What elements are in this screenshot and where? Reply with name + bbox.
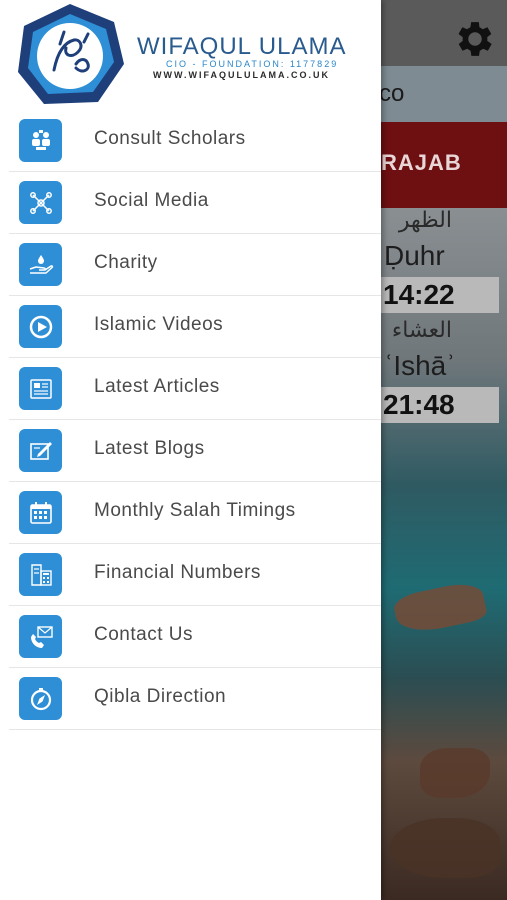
hijri-month-text: RAJAB <box>381 150 462 175</box>
menu-item-label: Financial Numbers <box>94 562 261 583</box>
scene-rock <box>390 818 500 878</box>
play-icon <box>19 305 62 348</box>
menu-item-label: Qibla Direction <box>94 686 227 707</box>
prayer-arabic-name: الظهر <box>398 208 452 233</box>
logo-url: WWW.WIFAQULULAMA.CO.UK <box>153 70 330 80</box>
menu-item-label: Latest Articles <box>94 376 220 397</box>
scene-rock <box>420 748 490 798</box>
menu-item-qibla-direction[interactable]: Qibla Direction <box>9 668 381 730</box>
logo-header: WIFAQUL ULAMA CIO - FOUNDATION: 1177829 … <box>0 0 381 110</box>
edit-note-icon <box>19 429 62 472</box>
menu-item-latest-articles[interactable]: Latest Articles <box>9 358 381 420</box>
charity-hand-icon <box>19 243 62 286</box>
settings-gear-icon[interactable] <box>452 16 498 62</box>
menu-item-monthly-salah-timings[interactable]: Monthly Salah Timings <box>9 482 381 544</box>
consult-icon <box>19 119 62 162</box>
newspaper-icon <box>19 367 62 410</box>
menu-item-label: Consult Scholars <box>94 128 246 149</box>
prayer-english-name: ʿIshāʾ <box>384 350 456 381</box>
logo-title: WIFAQUL ULAMA <box>137 33 347 60</box>
contact-icon <box>19 615 62 658</box>
menu-item-label: Monthly Salah Timings <box>94 500 296 521</box>
compass-icon <box>19 677 62 720</box>
menu-item-label: Charity <box>94 252 158 273</box>
calendar-icon <box>19 491 62 534</box>
menu-item-contact-us[interactable]: Contact Us <box>9 606 381 668</box>
prayer-english-name: Ḍuhr <box>384 240 445 271</box>
menu-item-label: Contact Us <box>94 624 193 645</box>
menu-item-label: Social Media <box>94 190 209 211</box>
menu-item-islamic-videos[interactable]: Islamic Videos <box>9 296 381 358</box>
prayer-arabic-name: العشاء <box>391 318 452 343</box>
logo-subtitle: CIO - FOUNDATION: 1177829 <box>166 59 339 69</box>
location-text: co <box>379 80 405 107</box>
menu-item-label: Latest Blogs <box>94 438 205 459</box>
menu-item-social-media[interactable]: Social Media <box>9 172 381 234</box>
prayer-time: 21:48 <box>381 387 499 423</box>
menu-item-consult-scholars[interactable]: Consult Scholars <box>9 110 381 172</box>
share-network-icon <box>19 181 62 224</box>
wifaqul-ulama-logo-icon <box>18 4 124 104</box>
navigation-drawer: WIFAQUL ULAMA CIO - FOUNDATION: 1177829 … <box>0 0 381 900</box>
drawer-menu: Consult Scholars Social Media Charity Is… <box>0 110 381 730</box>
menu-item-financial-numbers[interactable]: Financial Numbers <box>9 544 381 606</box>
menu-item-latest-blogs[interactable]: Latest Blogs <box>9 420 381 482</box>
prayer-time: 14:22 <box>381 277 499 313</box>
calculator-icon <box>19 553 62 596</box>
scene-rock <box>391 579 489 637</box>
menu-item-label: Islamic Videos <box>94 314 224 335</box>
menu-item-charity[interactable]: Charity <box>9 234 381 296</box>
